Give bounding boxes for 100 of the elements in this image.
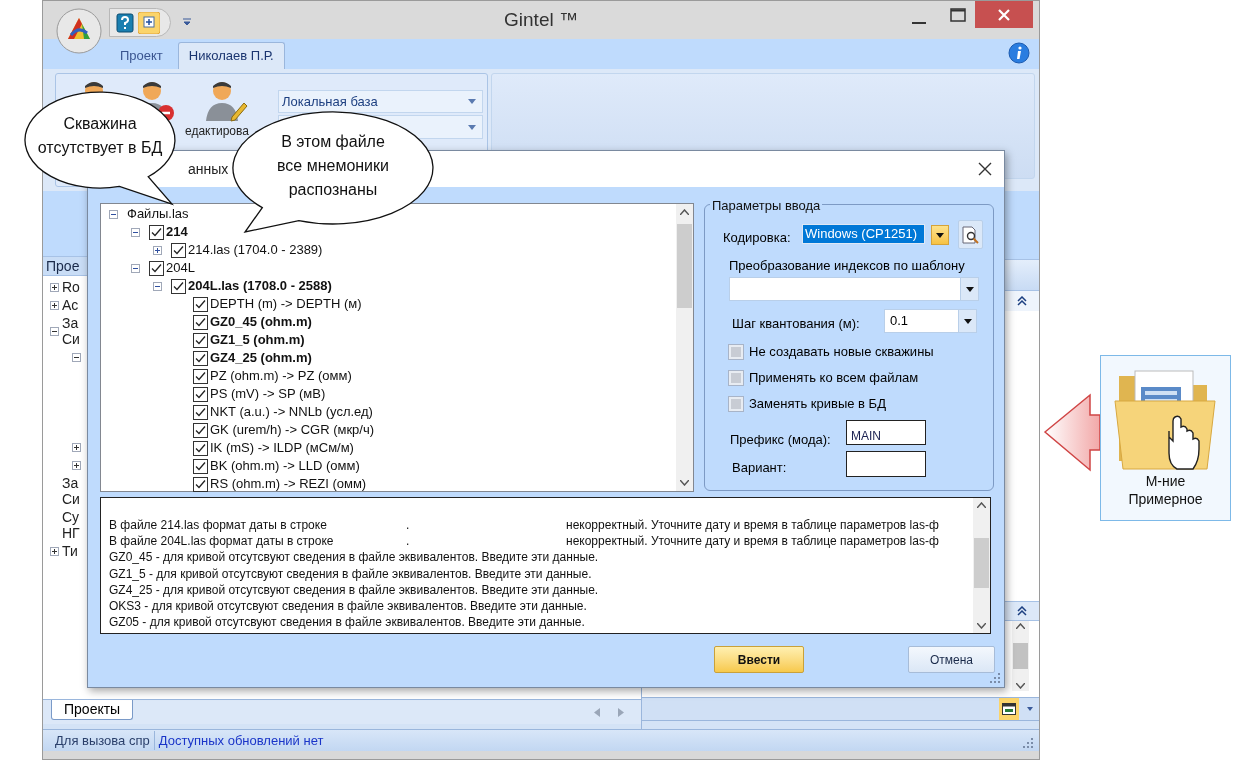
- tree-item[interactable]: Ac: [62, 297, 79, 313]
- checkbox[interactable]: [193, 476, 208, 492]
- checkbox[interactable]: [171, 242, 186, 258]
- scrollbar-thumb[interactable]: [677, 224, 692, 308]
- tree-item[interactable]: Си: [62, 491, 80, 507]
- collapse-icon[interactable]: [50, 326, 59, 336]
- tree-item[interactable]: RS (ohm.m) -> REZI (омм): [210, 474, 367, 494]
- preview-button[interactable]: [958, 220, 983, 249]
- checkbox[interactable]: [193, 458, 208, 474]
- resize-grip-icon[interactable]: [1023, 738, 1033, 748]
- tree-item[interactable]: Су: [62, 509, 80, 525]
- tree-item[interactable]: NKT (a.u.) -> NNLb (усл.ед): [210, 402, 373, 422]
- checkbox[interactable]: [193, 404, 208, 420]
- checkbox[interactable]: [171, 278, 186, 294]
- tree-item[interactable]: НГ: [62, 525, 80, 541]
- tree-item[interactable]: 204L: [166, 258, 195, 278]
- checkbox[interactable]: [149, 260, 164, 276]
- desktop-icon[interactable]: М-ние Примерное: [1100, 355, 1231, 521]
- tree-item[interactable]: Ro: [62, 279, 80, 295]
- close-icon[interactable]: [978, 162, 992, 176]
- scrollbar[interactable]: [1012, 621, 1029, 691]
- checkbox[interactable]: [149, 224, 164, 240]
- tree-item[interactable]: PZ (ohm.m) -> PZ (омм): [210, 366, 352, 386]
- maximize-icon[interactable]: [950, 8, 966, 22]
- tree-item[interactable]: GK (urem/h) -> CGR (мкр/ч): [210, 420, 375, 440]
- tree-item[interactable]: BK (ohm.m) -> LLD (омм): [210, 456, 360, 476]
- customize-icon[interactable]: [183, 18, 191, 26]
- collapse-icon[interactable]: [1017, 296, 1027, 306]
- checkbox[interactable]: [728, 396, 744, 412]
- checkbox[interactable]: [193, 296, 208, 312]
- collapse-icon[interactable]: [131, 263, 140, 273]
- toolbar-button[interactable]: [999, 698, 1019, 720]
- scroll-down-icon[interactable]: [1016, 683, 1025, 689]
- collapse-icon[interactable]: [131, 227, 140, 237]
- scroll-up-icon[interactable]: [977, 502, 986, 508]
- scrollbar[interactable]: [973, 498, 990, 633]
- dialog-button[interactable]: Ввести: [714, 646, 804, 673]
- expand-icon[interactable]: [50, 282, 59, 292]
- tree-item[interactable]: GZ4_25 (ohm.m): [210, 348, 312, 368]
- collapse-icon[interactable]: [72, 352, 81, 362]
- tree-item[interactable]: Файлы.las: [127, 204, 189, 224]
- tree-item[interactable]: PS (mV) -> SP (мВ): [210, 384, 326, 404]
- scrollbar-thumb[interactable]: [974, 538, 989, 588]
- log-text: OKS3 - для кривой отсутсвуют сведения в файле эквивалентов. Введите эти данные.: [109, 599, 587, 613]
- scroll-up-icon[interactable]: [1016, 623, 1025, 629]
- encoding-select[interactable]: Windows (CP1251): [802, 224, 925, 244]
- tree-item[interactable]: 214: [166, 222, 188, 242]
- panel-tab[interactable]: Проекты: [51, 700, 134, 720]
- scrollbar-thumb[interactable]: [1013, 643, 1028, 669]
- log-text: GZ1_5 - для кривой отсутсвуют сведения в файле эквивалентов. Введите эти данные.: [109, 566, 592, 581]
- tree-item[interactable]: За: [62, 475, 80, 491]
- resize-grip-icon[interactable]: [990, 673, 1000, 683]
- scroll-down-icon[interactable]: [680, 480, 689, 486]
- checkbox[interactable]: [193, 314, 208, 330]
- scroll-down-icon[interactable]: [977, 623, 986, 629]
- step-combobox[interactable]: 0.1: [884, 309, 977, 333]
- app-logo[interactable]: [56, 8, 102, 54]
- expand-icon[interactable]: [72, 460, 81, 470]
- database-dropdown[interactable]: Локальная база: [278, 90, 483, 113]
- checkbox[interactable]: [193, 386, 208, 402]
- expand-icon[interactable]: [50, 546, 59, 556]
- prefix-field[interactable]: MAIN: [846, 420, 926, 445]
- dialog-button[interactable]: Отмена: [908, 646, 995, 673]
- collapse-icon[interactable]: [1017, 606, 1027, 616]
- tree-item[interactable]: GZ0_45 (ohm.m): [210, 312, 312, 332]
- expand-icon[interactable]: [72, 442, 81, 452]
- checkbox[interactable]: [193, 350, 208, 366]
- dropdown-icon[interactable]: [1027, 707, 1033, 711]
- scrollbar[interactable]: [676, 204, 693, 491]
- tree-item[interactable]: Си: [62, 331, 80, 347]
- info-icon[interactable]: [1008, 42, 1030, 64]
- checkbox[interactable]: [193, 332, 208, 348]
- tree-item[interactable]: DEPTH (m) -> DEPTH (м): [210, 294, 362, 314]
- tree-item[interactable]: Ти: [62, 543, 78, 559]
- collapse-icon[interactable]: [109, 209, 118, 219]
- dropdown-icon: [963, 318, 972, 324]
- ribbon-tab[interactable]: Проект: [107, 42, 176, 69]
- checkbox[interactable]: [193, 422, 208, 438]
- expand-icon[interactable]: [50, 300, 59, 310]
- help-icon[interactable]: [116, 12, 134, 33]
- scroll-up-icon[interactable]: [680, 209, 689, 215]
- tree-item[interactable]: 204L.las (1708.0 - 2588): [188, 276, 332, 296]
- ribbon-tab[interactable]: Николаев П.Р.: [177, 42, 285, 69]
- close-button[interactable]: [975, 1, 1033, 28]
- expand-icon[interactable]: [153, 245, 162, 255]
- checkbox[interactable]: [193, 368, 208, 384]
- tree-item[interactable]: GZ1_5 (ohm.m): [210, 330, 305, 350]
- tree-item[interactable]: IK (mS) -> ILDP (мСм/м): [210, 438, 354, 458]
- quick-access-icon[interactable]: [138, 11, 160, 34]
- variant-field[interactable]: [846, 451, 926, 477]
- checkbox[interactable]: [728, 344, 744, 360]
- checkbox[interactable]: [193, 440, 208, 456]
- checkbox[interactable]: [728, 370, 744, 386]
- field-label: Кодировка:: [723, 229, 791, 247]
- tree-item[interactable]: 214.las (1704.0 - 2389): [188, 240, 323, 260]
- tree-item[interactable]: За: [62, 315, 80, 331]
- edit-user-icon[interactable]: [204, 79, 248, 123]
- dropdown-button[interactable]: [931, 225, 949, 245]
- collapse-icon[interactable]: [153, 281, 162, 291]
- log-text: некорректный. Уточните дату и время в таблице параметров las-ф: [566, 518, 939, 532]
